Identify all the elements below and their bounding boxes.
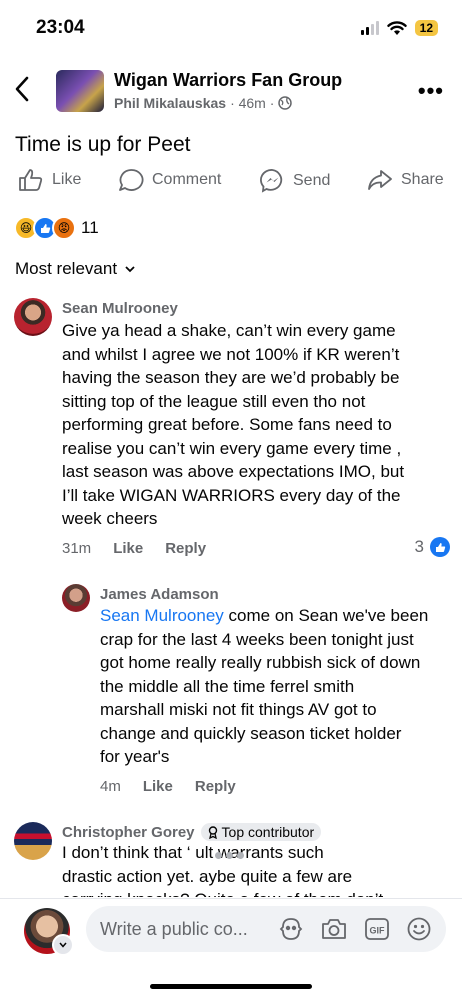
commenter-name-text[interactable]: Christopher Gorey bbox=[62, 824, 195, 841]
top-contributor-badge: Top contributor bbox=[200, 823, 322, 841]
commenter-name: Christopher Gorey Top contributor bbox=[62, 823, 322, 841]
commenter-avatar[interactable] bbox=[14, 822, 52, 860]
badge-label: Top contributor bbox=[221, 824, 315, 840]
comment-like-button[interactable]: Like bbox=[143, 778, 173, 795]
comment-button[interactable]: Comment bbox=[118, 168, 221, 192]
status-icons: 12 bbox=[360, 20, 438, 36]
comment-line: realise you can’t win every game every t… bbox=[62, 438, 402, 458]
commenter-name[interactable]: James Adamson bbox=[100, 586, 219, 603]
home-indicator bbox=[150, 984, 312, 989]
comment-line: I’ll take WIGAN WARRIORS every day of th… bbox=[62, 485, 401, 505]
like-reaction-icon bbox=[430, 537, 450, 557]
chevron-down-icon bbox=[125, 266, 135, 273]
comment-line: drastic action yet. aybe quite a few are bbox=[62, 866, 353, 886]
post-byline: Phil Mikalauskas · 46m · bbox=[114, 95, 293, 111]
comment-line: Give ya head a shake, can’t win every ga… bbox=[62, 321, 396, 340]
commenter-name[interactable]: Sean Mulrooney bbox=[62, 300, 178, 317]
messenger-icon bbox=[260, 169, 283, 193]
share-label: Share bbox=[401, 171, 444, 188]
comment-text: come on Sean we've been bbox=[223, 606, 429, 625]
comment-line: last season was above expectations IMO, … bbox=[62, 462, 405, 481]
emoji-icon[interactable] bbox=[406, 916, 432, 942]
post-age: · 46m · bbox=[230, 95, 275, 111]
back-arrow-icon[interactable] bbox=[14, 76, 30, 102]
svg-text:GIF: GIF bbox=[370, 926, 386, 936]
comment-input[interactable]: Write a public co... GIF bbox=[86, 906, 446, 952]
comment-line: and whilst I agree we not 100% if KR wer… bbox=[62, 344, 400, 364]
gif-icon[interactable]: GIF bbox=[364, 916, 390, 942]
post-title: Time is up for Peet bbox=[15, 133, 191, 156]
post-header: Wigan Warriors Fan Group Phil Mikalauska… bbox=[0, 66, 462, 116]
sort-label: Most relevant bbox=[15, 259, 118, 278]
reactions-summary[interactable]: 😆 😡 11 bbox=[14, 216, 99, 240]
wifi-icon bbox=[386, 20, 407, 35]
award-icon bbox=[208, 825, 217, 839]
comment-line: crap for the last 4 weeks been tonight j… bbox=[100, 629, 414, 649]
camera-icon[interactable] bbox=[320, 916, 348, 942]
comment-meta: 4m Like Reply bbox=[100, 778, 236, 795]
comment-line: sitting top of the league still even tho… bbox=[62, 391, 366, 411]
chevron-down-icon[interactable] bbox=[52, 934, 74, 956]
more-options-icon[interactable]: ••• bbox=[418, 78, 444, 104]
group-avatar[interactable] bbox=[56, 70, 104, 112]
group-name[interactable]: Wigan Warriors Fan Group bbox=[114, 70, 342, 91]
comment-meta: 31m Like Reply bbox=[62, 540, 206, 557]
share-button[interactable]: Share bbox=[367, 168, 444, 192]
comment-line: week cheers bbox=[62, 509, 158, 528]
comment-line: the middle all the time ferrel smith bbox=[100, 676, 355, 696]
comment-line: Sean Mulrooney come on Sean we've been bbox=[100, 604, 428, 628]
comment-time: 4m bbox=[100, 778, 121, 795]
post-actions: Like Comment Send Share bbox=[0, 168, 462, 196]
thumbs-up-icon bbox=[19, 169, 43, 191]
like-label: Like bbox=[52, 171, 82, 188]
avatar-sticker-icon[interactable] bbox=[278, 916, 304, 942]
comment-body: Give ya head a shake, can’t win every ga… bbox=[62, 319, 404, 531]
comment-like-button[interactable]: Like bbox=[113, 540, 143, 557]
comment-line: marshall miski not fit things AV got to bbox=[100, 700, 377, 719]
send-label: Send bbox=[293, 171, 331, 189]
comment-time: 31m bbox=[62, 540, 92, 557]
comment-label: Comment bbox=[152, 171, 222, 188]
comment-line: change and quickly season ticket holder bbox=[100, 723, 402, 743]
mention-link[interactable]: Sean Mulrooney bbox=[100, 606, 224, 625]
send-button[interactable]: Send bbox=[260, 168, 330, 193]
comment-body: I don’t think that ‘ ult warrants such d… bbox=[62, 841, 383, 897]
comment-like-count[interactable]: 3 bbox=[415, 537, 450, 557]
comment-line: performing great before. Some fans need … bbox=[62, 415, 392, 434]
commenter-avatar[interactable] bbox=[14, 298, 52, 336]
comment-line: carrying knocks? Quite a few of them don… bbox=[62, 888, 383, 897]
like-count-value: 3 bbox=[414, 537, 424, 556]
battery-icon: 12 bbox=[414, 20, 438, 36]
commenter-avatar[interactable] bbox=[62, 584, 90, 612]
comment-sort-dropdown[interactable]: Most relevant bbox=[15, 259, 135, 279]
signal-icon bbox=[360, 21, 379, 35]
comment-line: having the season they are we’d probably… bbox=[62, 368, 400, 387]
status-bar: 23:04 12 bbox=[0, 0, 462, 58]
share-icon bbox=[368, 170, 392, 190]
globe-icon bbox=[278, 96, 293, 110]
comment-reply-button[interactable]: Reply bbox=[165, 540, 206, 557]
comment-input-placeholder: Write a public co... bbox=[100, 919, 248, 939]
reaction-count: 11 bbox=[81, 218, 99, 237]
comment-body: Sean Mulrooney come on Sean we've been c… bbox=[100, 604, 428, 769]
like-button[interactable]: Like bbox=[18, 168, 81, 192]
post-author[interactable]: Phil Mikalauskas bbox=[114, 95, 226, 111]
comment-line: got home really really rubbish sick of d… bbox=[100, 653, 421, 672]
loading-indicator bbox=[215, 852, 244, 859]
comment-reply-button[interactable]: Reply bbox=[195, 778, 236, 795]
comment-icon bbox=[119, 169, 144, 191]
angry-reaction-icon: 😡 bbox=[52, 216, 76, 240]
status-time: 23:04 bbox=[36, 17, 85, 38]
comment-line: for year's bbox=[100, 747, 170, 766]
